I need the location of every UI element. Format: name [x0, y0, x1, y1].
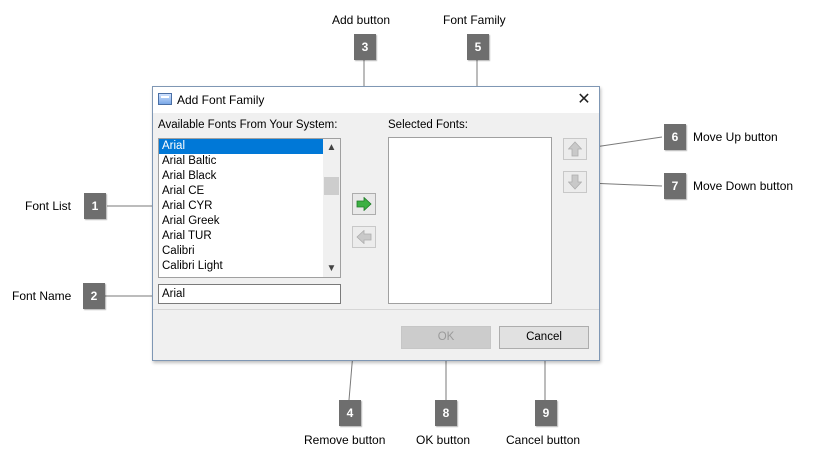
dialog-title: Add Font Family: [177, 93, 265, 107]
scroll-up-arrow-icon[interactable]: ▲: [323, 139, 340, 156]
font-list-item[interactable]: Calibri Light: [159, 259, 323, 274]
selected-fonts-label: Selected Fonts:: [388, 119, 468, 131]
up-arrow-icon: [568, 141, 582, 157]
callout-label-cancel-button: Cancel button: [506, 433, 581, 447]
callout-badge-4: 4: [339, 400, 361, 426]
callout-label-move-up-button: Move Up button: [693, 130, 778, 144]
add-font-family-dialog: Add Font Family ✕ Available Fonts From Y…: [152, 86, 600, 361]
close-button[interactable]: ✕: [569, 87, 599, 113]
callout-badge-7: 7: [664, 173, 686, 199]
font-list-items: Arial Arial Baltic Arial Black Arial CE Aria…: [159, 139, 323, 274]
ok-button[interactable]: OK: [401, 326, 491, 349]
down-arrow-icon: [568, 174, 582, 190]
move-up-button[interactable]: [563, 138, 587, 160]
callout-badge-8: 8: [435, 400, 457, 426]
selected-fonts-list[interactable]: [388, 137, 552, 304]
callout-label-font-family: Font Family: [443, 13, 506, 27]
callout-label-ok-button: OK button: [416, 433, 471, 447]
callout-badge-6: 6: [664, 124, 686, 150]
font-list-scrollbar[interactable]: ▲ ▼: [323, 139, 340, 277]
scroll-down-arrow-icon[interactable]: ▼: [323, 260, 340, 277]
font-list-item[interactable]: Arial CE: [159, 184, 323, 199]
footer-separator: [153, 309, 599, 310]
font-list-item[interactable]: Arial Greek: [159, 214, 323, 229]
callout-label-font-name: Font Name: [12, 289, 72, 303]
left-arrow-icon: [356, 230, 372, 244]
callout-badge-9: 9: [535, 400, 557, 426]
title-bar: Add Font Family ✕: [153, 87, 599, 113]
callout-label-font-list: Font List: [25, 199, 72, 213]
scroll-thumb[interactable]: [324, 177, 339, 195]
callout-badge-1: 1: [84, 193, 106, 219]
callout-badge-5: 5: [467, 34, 489, 60]
font-list-item[interactable]: Arial: [159, 139, 323, 154]
move-down-button[interactable]: [563, 171, 587, 193]
cancel-button[interactable]: Cancel: [499, 326, 589, 349]
right-arrow-icon: [356, 197, 372, 211]
font-list[interactable]: Arial Arial Baltic Arial Black Arial CE Aria…: [158, 138, 341, 278]
callout-badge-3: 3: [354, 34, 376, 60]
available-fonts-label: Available Fonts From Your System:: [158, 119, 338, 131]
callout-label-add-button: Add button: [332, 13, 391, 27]
callout-label-move-down-button: Move Down button: [693, 179, 794, 193]
font-name-field[interactable]: Arial: [158, 284, 341, 304]
callout-label-remove-button: Remove button: [304, 433, 386, 447]
font-list-item[interactable]: Arial CYR: [159, 199, 323, 214]
callout-badge-2: 2: [83, 283, 105, 309]
font-list-item[interactable]: Arial Black: [159, 169, 323, 184]
font-list-item[interactable]: Arial TUR: [159, 229, 323, 244]
app-window-icon: [158, 93, 172, 105]
add-button[interactable]: [352, 193, 376, 215]
font-list-item[interactable]: Calibri: [159, 244, 323, 259]
font-list-item[interactable]: Arial Baltic: [159, 154, 323, 169]
remove-button[interactable]: [352, 226, 376, 248]
